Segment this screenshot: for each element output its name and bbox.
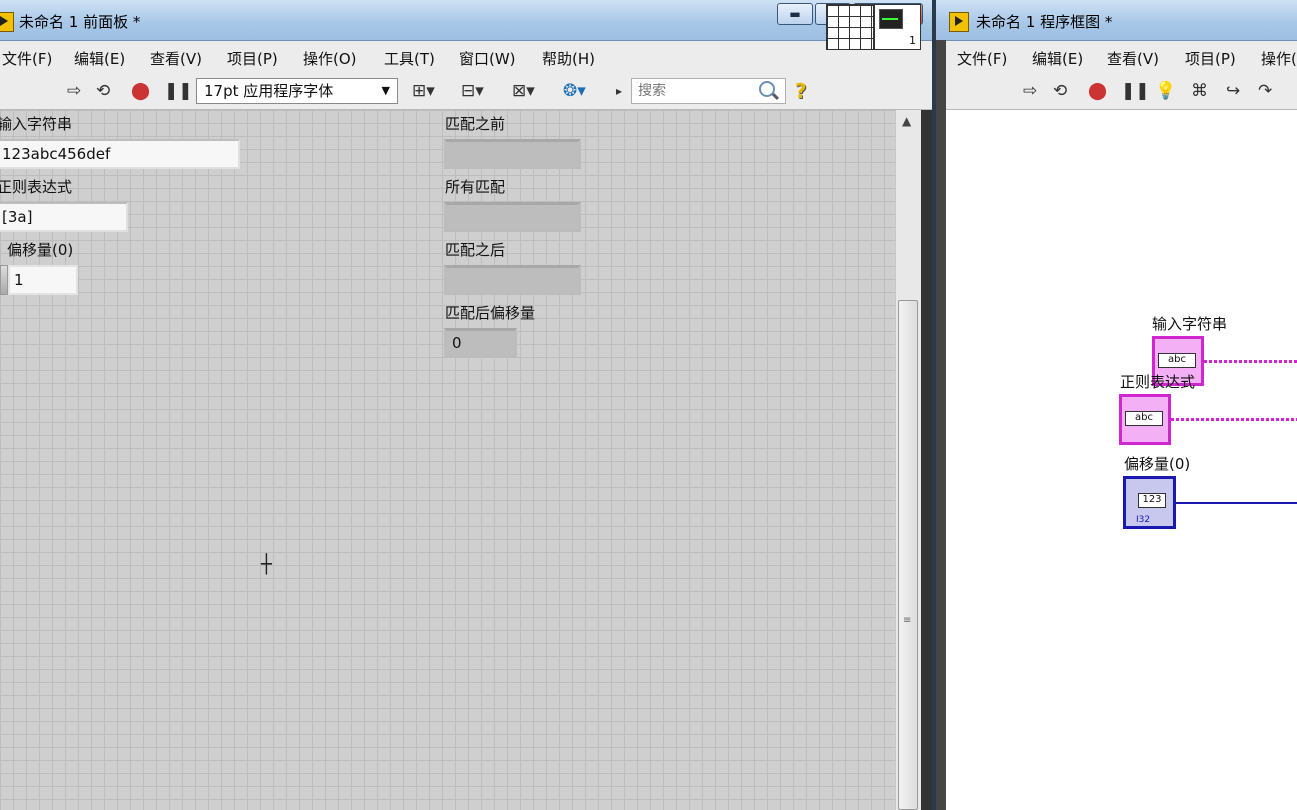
regex-control[interactable]: [3a] — [0, 202, 128, 232]
step-over-icon[interactable]: ↷ — [1258, 81, 1272, 101]
bd-offset-label: 偏移量(0) — [1124, 455, 1191, 473]
offset-increment-icon[interactable] — [0, 265, 8, 295]
offset-control[interactable]: 1 — [8, 265, 78, 295]
reorder-icon[interactable]: ❂▾ — [563, 81, 586, 101]
run-arrow-icon[interactable]: ⇨ — [1023, 81, 1037, 101]
search-divider-icon: ▸ — [616, 84, 623, 98]
distribute-objects-icon[interactable]: ⊟▾ — [461, 81, 484, 101]
window-border — [921, 110, 932, 810]
bd-menu-operate[interactable]: 操作( — [1261, 48, 1297, 69]
run-continuously-icon[interactable]: ⟲ — [1053, 81, 1067, 101]
input-string-label: 输入字符串 — [0, 115, 73, 133]
search-icon[interactable] — [759, 81, 775, 97]
vi-icon[interactable]: 1 — [874, 4, 921, 50]
align-objects-icon[interactable]: ⊞▾ — [412, 81, 435, 101]
offset-label: 偏移量(0) — [7, 241, 74, 259]
before-match-label: 匹配之前 — [445, 115, 506, 133]
regex-wire[interactable] — [1171, 418, 1297, 421]
whole-match-indicator — [444, 202, 581, 232]
bd-menu-view[interactable]: 查看(V) — [1107, 48, 1159, 69]
pause-icon[interactable]: ❚❚ — [1121, 81, 1150, 101]
block-diagram-titlebar[interactable]: 未命名 1 程序框图 * — [936, 0, 1297, 41]
offset-after-match-indicator: 0 — [444, 328, 517, 358]
font-select[interactable]: 17pt 应用程序字体 ▼ — [196, 78, 398, 104]
block-diagram-menubar: 文件(F) 编辑(E) 查看(V) 项目(P) 操作( — [936, 41, 1297, 73]
menu-file[interactable]: 文件(F) — [2, 48, 52, 69]
bd-menu-file[interactable]: 文件(F) — [957, 48, 1007, 69]
labview-vi-icon — [0, 12, 14, 32]
run-continuously-icon[interactable]: ⟲ — [96, 81, 110, 101]
bd-menu-edit[interactable]: 编辑(E) — [1032, 48, 1083, 69]
minimize-button[interactable]: ▬ — [777, 3, 813, 25]
pause-icon[interactable]: ❚❚ — [164, 81, 193, 101]
input-string-control[interactable]: 123abc456def — [0, 139, 240, 169]
step-into-icon[interactable]: ↪ — [1226, 81, 1240, 101]
retain-wire-values-icon[interactable]: ⌘ — [1191, 81, 1208, 101]
search-input[interactable] — [636, 82, 750, 100]
connector-pane[interactable] — [826, 4, 874, 50]
menu-operate[interactable]: 操作(O) — [303, 48, 357, 69]
offset-terminal[interactable]: 123 I32 — [1123, 476, 1176, 529]
offset-wire[interactable] — [1176, 502, 1297, 504]
scrollbar-grip-icon: ≡ — [903, 615, 912, 626]
numeric-terminal-glyph: 123 — [1138, 493, 1166, 508]
bd-menu-project[interactable]: 项目(P) — [1185, 48, 1236, 69]
window-border — [936, 40, 946, 810]
regex-terminal[interactable]: abc — [1119, 394, 1171, 445]
resize-objects-icon[interactable]: ⊠▾ — [512, 81, 535, 101]
regex-label: 正则表达式 — [0, 178, 73, 196]
front-panel-title: 未命名 1 前面板 * — [19, 13, 141, 31]
scroll-up-arrow-icon[interactable]: ▲ — [902, 114, 911, 128]
regex-terminal-glyph: abc — [1125, 411, 1163, 426]
block-diagram-canvas[interactable]: 输入字符串 abc 正则表达式 abc 偏移量(0) 123 I32 — [946, 110, 1297, 810]
labview-vi-icon — [949, 12, 969, 32]
chevron-down-icon: ▼ — [381, 84, 390, 97]
string-terminal-glyph: abc — [1158, 353, 1196, 368]
abort-icon[interactable]: ⬤ — [131, 81, 150, 101]
menu-view[interactable]: 查看(V) — [150, 48, 202, 69]
menu-tools[interactable]: 工具(T) — [384, 48, 435, 69]
scrollbar-thumb[interactable] — [898, 300, 918, 810]
front-panel-window: 未命名 1 前面板 * ▬ ☐ ✕ 文件(F) 编辑(E) 查看(V) 项目(P… — [0, 0, 932, 810]
font-select-value: 17pt 应用程序字体 — [204, 82, 334, 100]
before-match-indicator — [444, 139, 581, 169]
front-panel-menubar: 文件(F) 编辑(E) 查看(V) 项目(P) 操作(O) 工具(T) 窗口(W… — [0, 41, 932, 73]
front-panel-titlebar[interactable]: 未命名 1 前面板 * ▬ ☐ ✕ — [0, 0, 932, 41]
whole-match-label: 所有匹配 — [445, 178, 506, 196]
block-diagram-toolbar: ⇨ ⟲ ⬤ ❚❚ 💡 ⌘ ↪ ↷ — [936, 72, 1297, 110]
block-diagram-title: 未命名 1 程序框图 * — [976, 13, 1113, 31]
front-panel-vertical-scrollbar[interactable]: ▲ ≡ — [895, 110, 922, 810]
front-panel-canvas[interactable]: 输入字符串 123abc456def 正则表达式 [3a] 偏移量(0) 1 匹… — [0, 110, 895, 810]
bd-regex-label: 正则表达式 — [1120, 373, 1196, 391]
menu-help[interactable]: 帮助(H) — [542, 48, 595, 69]
crosshair-cursor-icon: ┼ — [261, 554, 272, 575]
after-match-label: 匹配之后 — [445, 241, 506, 259]
front-panel-toolbar: ⇨ ⟲ ⬤ ❚❚ 17pt 应用程序字体 ▼ ⊞▾ ⊟▾ ⊠▾ ❂▾ ▸ ? — [0, 72, 932, 110]
menu-project[interactable]: 项目(P) — [227, 48, 278, 69]
after-match-indicator — [444, 265, 581, 295]
block-diagram-window: 未命名 1 程序框图 * 文件(F) 编辑(E) 查看(V) 项目(P) 操作(… — [936, 0, 1297, 810]
abort-icon[interactable]: ⬤ — [1088, 81, 1107, 101]
offset-after-match-label: 匹配后偏移量 — [445, 304, 536, 322]
search-box[interactable] — [631, 78, 786, 104]
run-arrow-icon[interactable]: ⇨ — [67, 81, 81, 101]
menu-edit[interactable]: 编辑(E) — [74, 48, 125, 69]
input-string-wire[interactable] — [1204, 360, 1297, 363]
menu-window[interactable]: 窗口(W) — [459, 48, 516, 69]
vi-icon-number: 1 — [909, 34, 916, 47]
help-icon[interactable]: ? — [795, 79, 807, 103]
vi-icon-screen — [879, 9, 903, 29]
i32-type-tag: I32 — [1136, 515, 1151, 525]
bd-input-string-label: 输入字符串 — [1152, 315, 1228, 333]
highlight-execution-icon[interactable]: 💡 — [1155, 81, 1176, 101]
